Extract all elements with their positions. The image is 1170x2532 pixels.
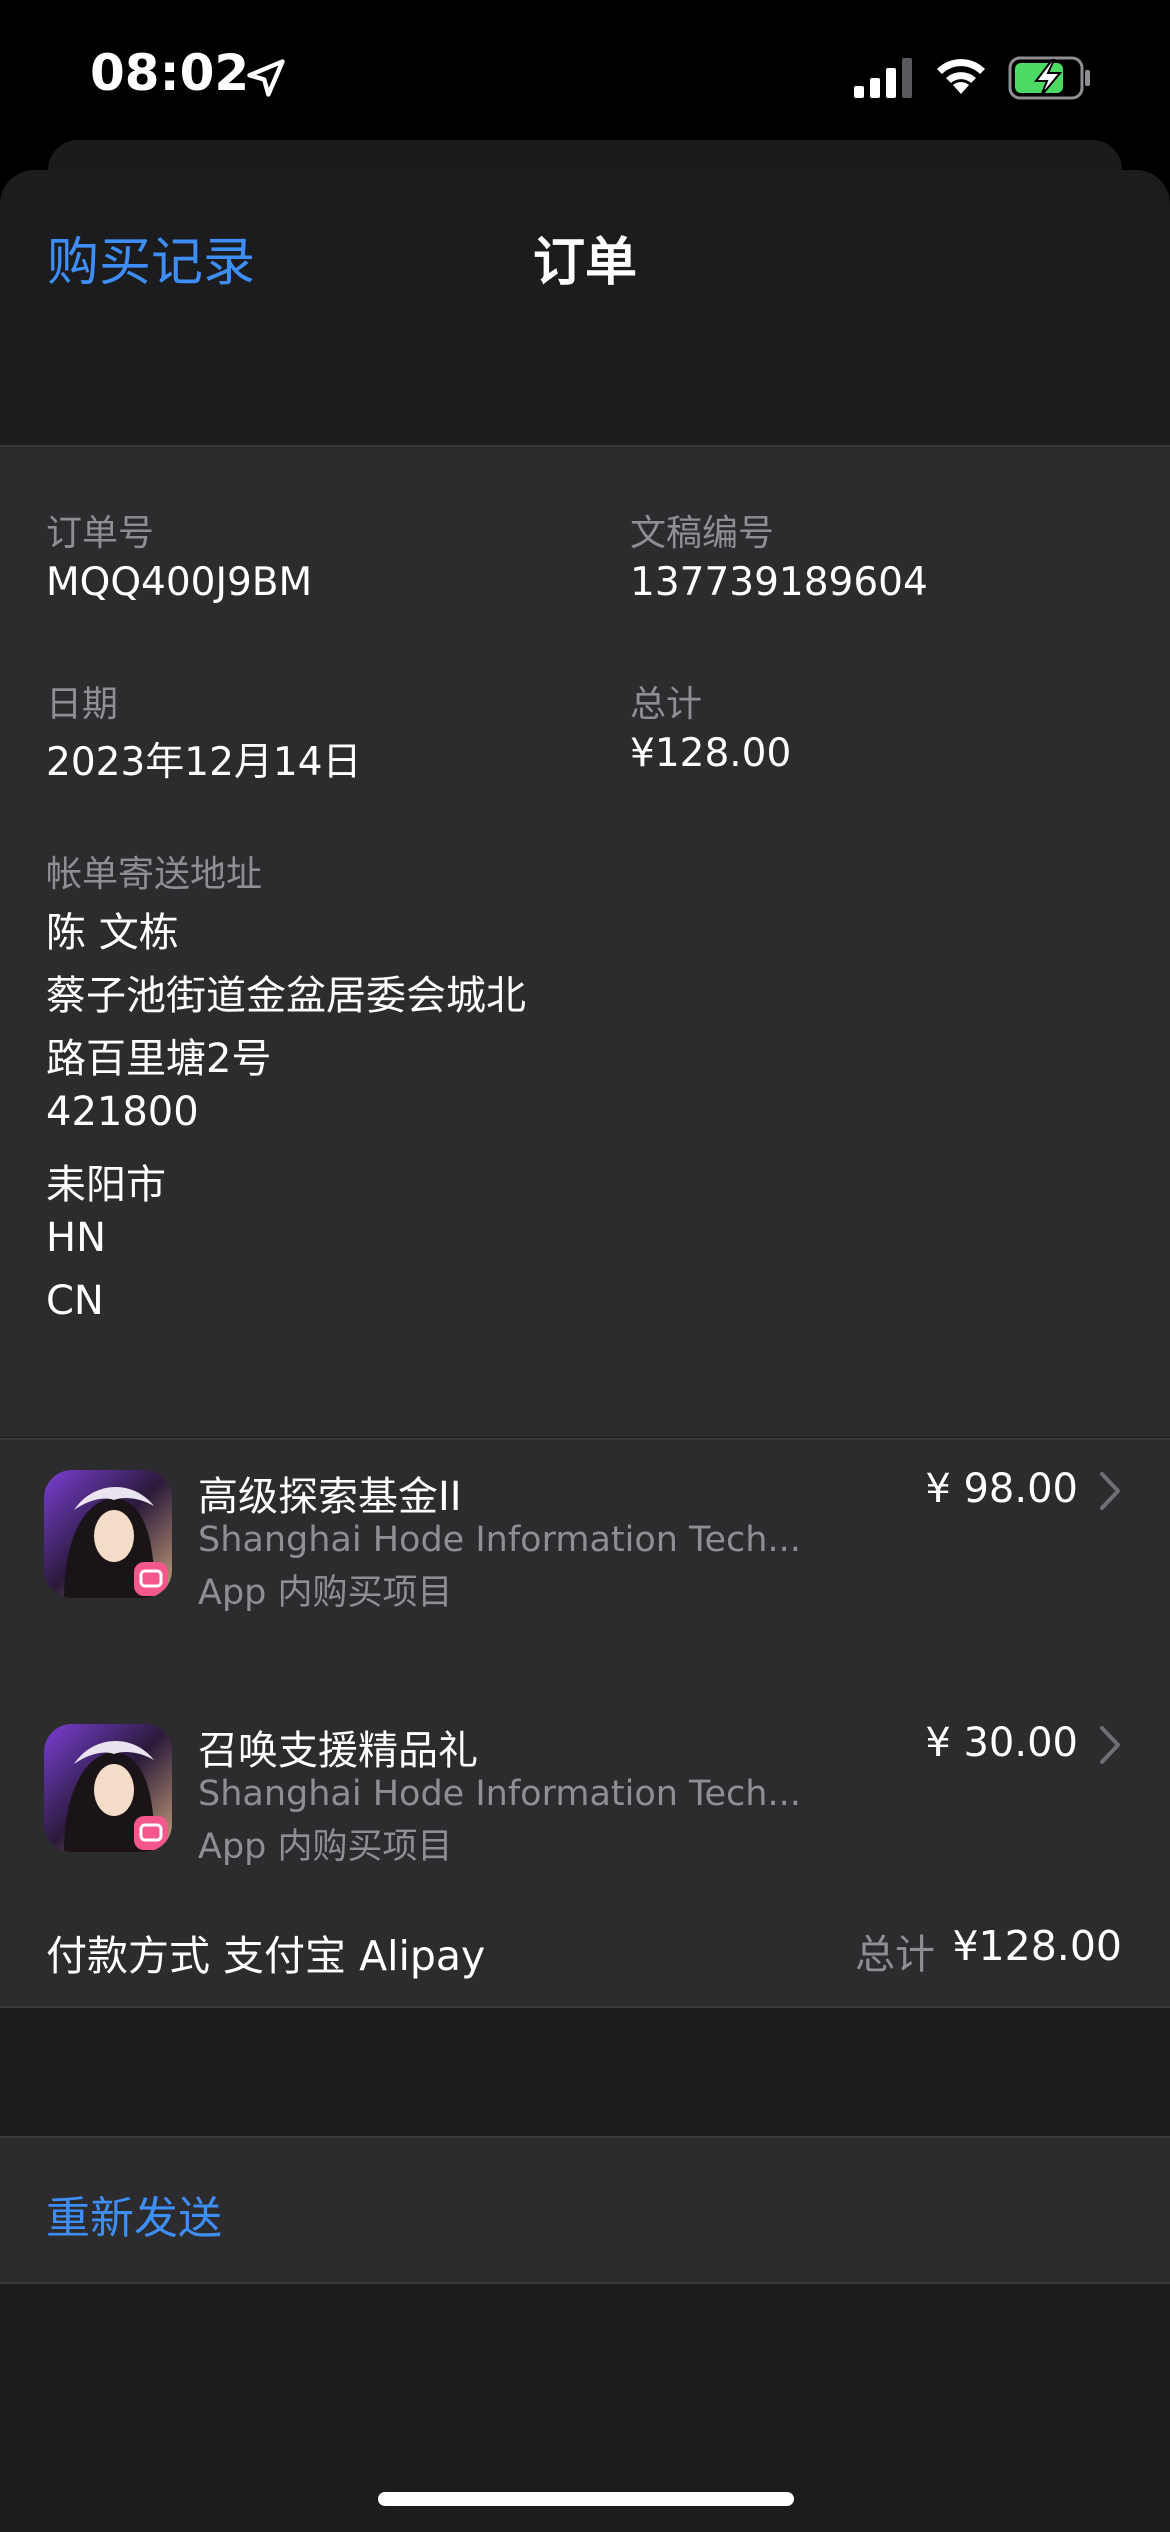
navigation-bar: 购买记录 订单 bbox=[0, 170, 1170, 447]
payment-total-value: ¥128.00 bbox=[952, 1922, 1122, 1970]
billing-address-line: 421800 bbox=[46, 1089, 199, 1135]
status-bar: 08:02 bbox=[0, 0, 1170, 150]
location-arrow-icon bbox=[247, 59, 285, 97]
game-app-icon bbox=[44, 1724, 172, 1852]
total-value: ¥128.00 bbox=[630, 731, 792, 776]
status-time: 08:02 bbox=[90, 44, 250, 102]
battery-charging-icon bbox=[1008, 56, 1090, 100]
payment-total-label: 总计 bbox=[855, 1932, 935, 1978]
game-app-icon bbox=[44, 1470, 172, 1598]
total-label: 总计 bbox=[630, 684, 703, 725]
resend-button[interactable]: 重新发送 bbox=[46, 2182, 222, 2246]
item-type: App 内购买项目 bbox=[198, 1827, 453, 1867]
home-indicator[interactable] bbox=[378, 2492, 794, 2506]
billing-address-label: 帐单寄送地址 bbox=[46, 854, 263, 895]
payment-method: 付款方式 支付宝 Alipay bbox=[46, 1932, 486, 1980]
item-title: 召唤支援精品礼 bbox=[198, 1728, 478, 1774]
page-title: 订单 bbox=[532, 233, 637, 293]
order-number-value: MQQ400J9BM bbox=[46, 560, 313, 605]
billing-address-line: 耒阳市 bbox=[46, 1162, 166, 1208]
payment-row: 付款方式 支付宝 Alipay 总计 ¥128.00 bbox=[0, 1890, 1170, 2008]
item-developer: Shanghai Hode Information Tech... bbox=[198, 1520, 801, 1560]
date-label: 日期 bbox=[46, 684, 119, 725]
item-title: 高级探索基金II bbox=[198, 1474, 462, 1520]
item-price: ¥ 30.00 bbox=[925, 1720, 1078, 1766]
purchase-item-row[interactable]: 召唤支援精品礼 Shanghai Hode Information Tech..… bbox=[0, 1718, 1170, 1918]
item-developer: Shanghai Hode Information Tech... bbox=[198, 1774, 801, 1814]
item-price: ¥ 98.00 bbox=[925, 1466, 1078, 1512]
resend-row[interactable]: 重新发送 bbox=[0, 2136, 1170, 2284]
chevron-right-icon bbox=[1100, 1726, 1120, 1764]
chevron-right-icon bbox=[1100, 1472, 1120, 1510]
wifi-icon bbox=[937, 59, 985, 94]
billing-address-line: 蔡子池街道金盆居委会城北 bbox=[46, 973, 526, 1019]
order-info-section: 订单号 MQQ400J9BM 文稿编号 137739189604 日期 2023… bbox=[0, 447, 1170, 1437]
billing-address-line: CN bbox=[46, 1278, 104, 1324]
billing-address-line: HN bbox=[46, 1215, 106, 1261]
billing-address-line: 路百里塘2号 bbox=[46, 1036, 272, 1082]
item-type: App 内购买项目 bbox=[198, 1573, 453, 1613]
document-number-label: 文稿编号 bbox=[630, 513, 775, 554]
date-value: 2023年12月14日 bbox=[46, 740, 362, 785]
document-number-value: 137739189604 bbox=[630, 560, 928, 605]
cellular-signal-icon bbox=[854, 58, 912, 98]
order-number-label: 订单号 bbox=[46, 513, 155, 554]
purchase-item-row[interactable]: 高级探索基金II Shanghai Hode Information Tech.… bbox=[0, 1464, 1170, 1664]
billing-address-line: 陈 文栋 bbox=[46, 910, 179, 956]
